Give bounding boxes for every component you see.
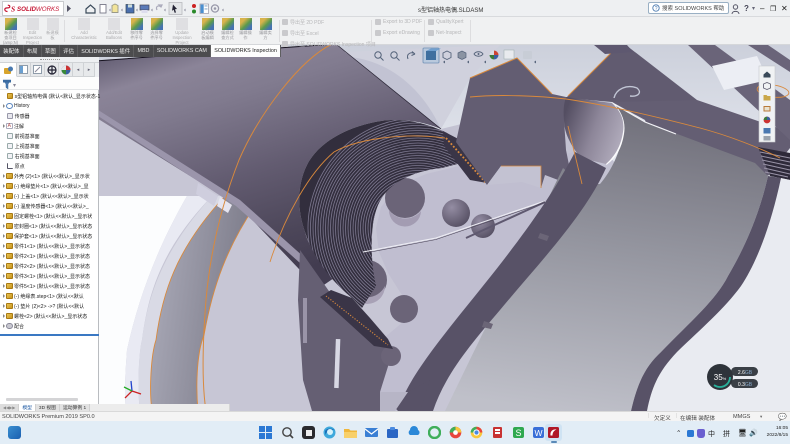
svg-text:S: S (11, 5, 15, 14)
svg-text:0.3GB: 0.3GB (738, 382, 753, 388)
svg-text:?: ? (655, 6, 658, 12)
svg-text:2.6GB: 2.6GB (738, 370, 753, 376)
svg-text:▾: ▾ (13, 83, 16, 89)
svg-text:S: S (516, 428, 522, 438)
svg-text:W: W (535, 428, 543, 438)
svg-text:SOLIDWORKS: SOLIDWORKS (17, 6, 60, 13)
